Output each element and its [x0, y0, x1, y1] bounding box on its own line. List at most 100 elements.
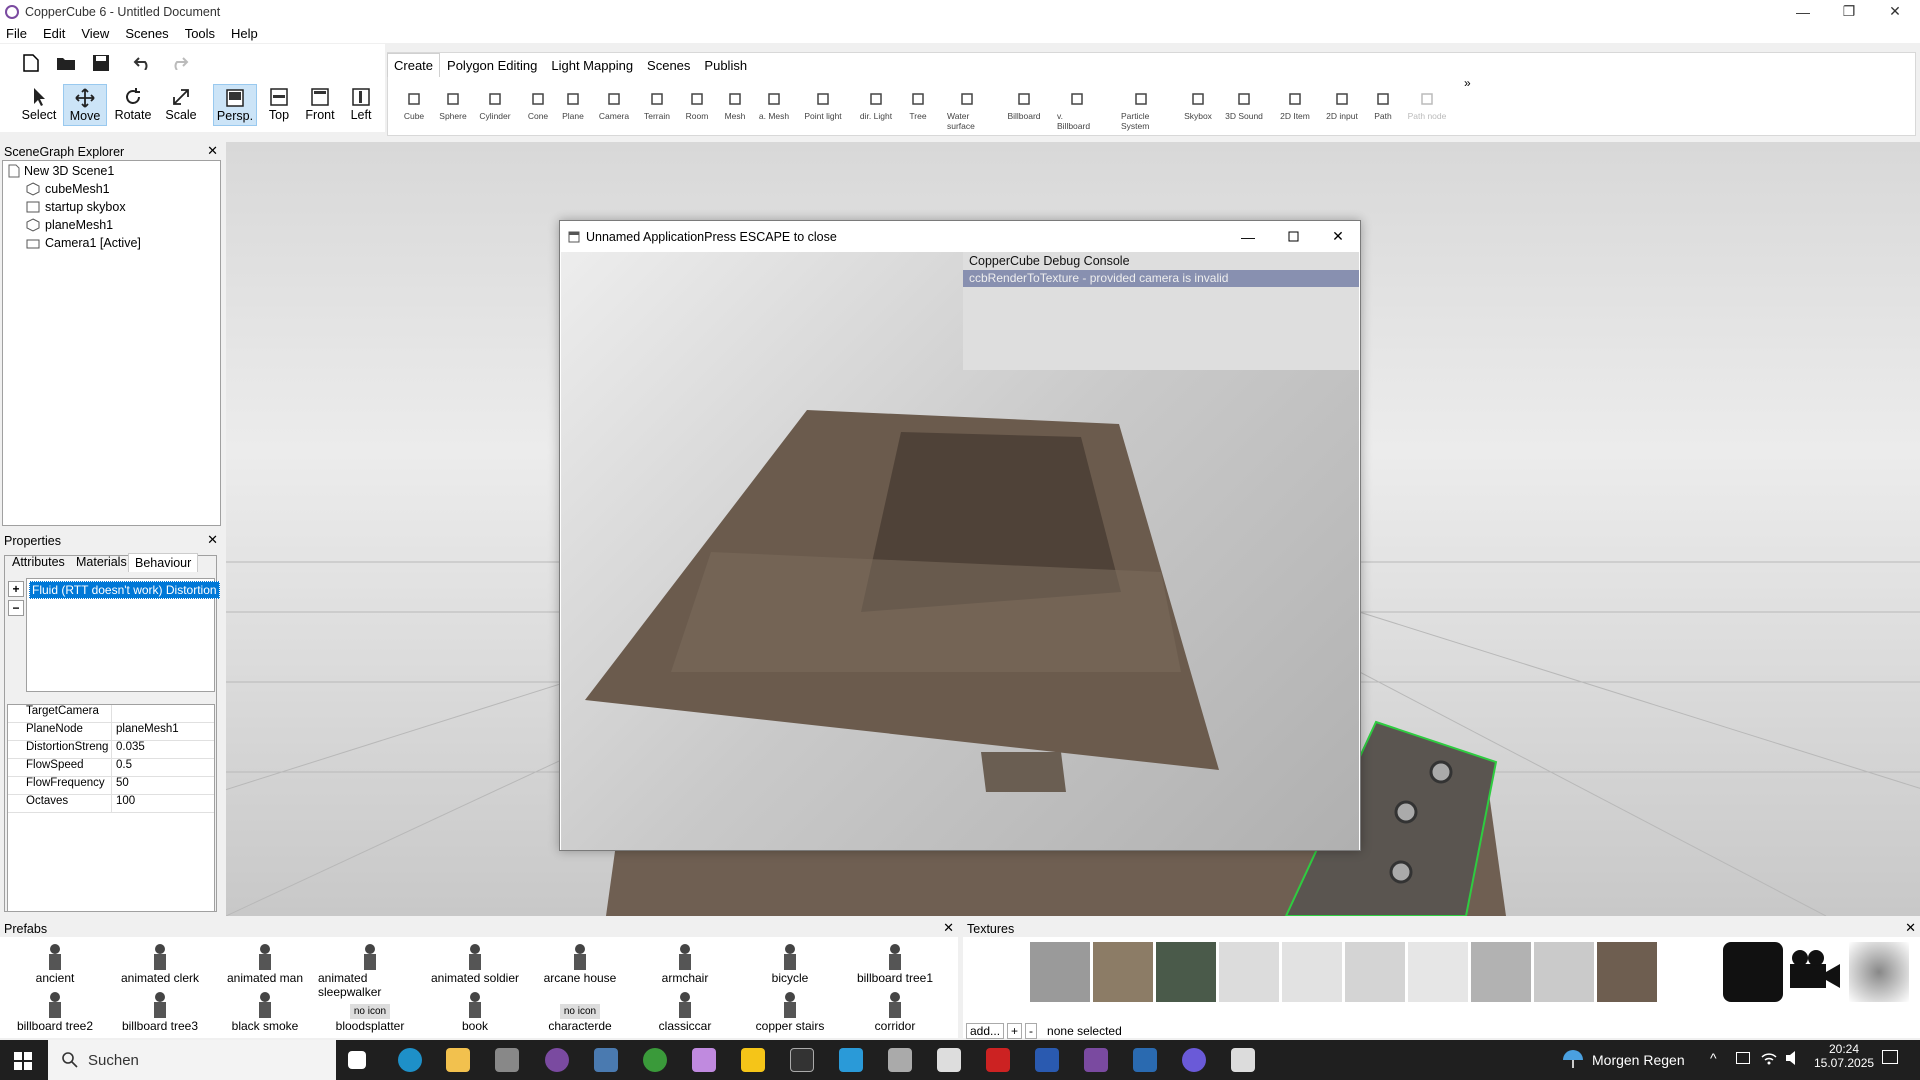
- ribbon-item-cylinder[interactable]: Cylinder: [475, 90, 515, 121]
- app-icon[interactable]: [1084, 1048, 1108, 1072]
- app-close-button[interactable]: ✕: [1315, 221, 1361, 252]
- app-minimize-button[interactable]: —: [1225, 221, 1271, 252]
- app-preview-taskbar-icon[interactable]: [1231, 1048, 1255, 1072]
- prefab-item[interactable]: billboard tree2: [3, 987, 107, 1033]
- tray-chevron-icon[interactable]: ^: [1710, 1050, 1717, 1066]
- open-folder-icon[interactable]: [55, 52, 77, 74]
- prefab-item[interactable]: arcane house: [528, 939, 632, 985]
- save-icon[interactable]: [90, 52, 112, 74]
- menu-file[interactable]: File: [6, 26, 27, 41]
- tab-light-mapping[interactable]: Light Mapping: [544, 53, 640, 77]
- redo-icon[interactable]: [168, 52, 190, 74]
- prefab-item[interactable]: bicycle: [738, 939, 842, 985]
- ribbon-item-cone[interactable]: Cone: [518, 90, 558, 121]
- app-icon[interactable]: [692, 1048, 716, 1072]
- tree-item-skybox[interactable]: startup skybox: [26, 200, 126, 214]
- ribbon-item-water-surface[interactable]: Water surface: [947, 90, 987, 131]
- coppercube-taskbar-icon[interactable]: [545, 1048, 569, 1072]
- ribbon-item-billboard[interactable]: Billboard: [1004, 90, 1044, 121]
- notifications-icon[interactable]: [1882, 1050, 1898, 1064]
- ribbon-item-dir-light[interactable]: dir. Light: [856, 90, 896, 121]
- prefab-item[interactable]: copper stairs: [738, 987, 842, 1033]
- texture-thumb[interactable]: [1156, 942, 1216, 1002]
- app-icon[interactable]: [1133, 1048, 1157, 1072]
- remove-behaviour-button[interactable]: −: [8, 600, 24, 616]
- minus-button[interactable]: -: [1025, 1023, 1038, 1039]
- rotate-tool-button[interactable]: Rotate: [111, 84, 155, 126]
- menu-tools[interactable]: Tools: [185, 26, 215, 41]
- properties-close-button[interactable]: ✕: [207, 532, 218, 548]
- prefab-item[interactable]: animated soldier: [423, 939, 527, 985]
- texture-thumb[interactable]: [1849, 942, 1909, 1002]
- ribbon-item-mesh[interactable]: Mesh: [715, 90, 755, 121]
- ribbon-item-room[interactable]: Room: [677, 90, 717, 121]
- texture-thumb[interactable]: [1471, 942, 1531, 1002]
- attr-row[interactable]: FlowSpeed 0.5: [8, 759, 214, 777]
- app-maximize-button[interactable]: [1270, 221, 1316, 252]
- attr-value[interactable]: planeMesh1: [112, 723, 179, 740]
- prefab-item[interactable]: armchair: [633, 939, 737, 985]
- tab-scenes[interactable]: Scenes: [640, 53, 697, 77]
- attr-row[interactable]: DistortionStreng 0.035: [8, 741, 214, 759]
- new-file-icon[interactable]: [20, 52, 42, 74]
- attr-value[interactable]: 0.035: [112, 741, 145, 758]
- tree-item-planemesh1[interactable]: planeMesh1: [26, 218, 113, 232]
- select-tool-button[interactable]: Select: [17, 84, 61, 126]
- ribbon-more-button[interactable]: »: [1464, 76, 1471, 90]
- app-icon[interactable]: [888, 1048, 912, 1072]
- prefab-item[interactable]: animated clerk: [108, 939, 212, 985]
- ribbon-item-2d-input[interactable]: 2D input: [1322, 90, 1362, 121]
- file-explorer-icon[interactable]: [446, 1048, 470, 1072]
- tab-behaviour[interactable]: Behaviour: [128, 553, 199, 572]
- attr-value[interactable]: 0.5: [112, 759, 132, 776]
- move-tool-button[interactable]: Move: [63, 84, 107, 126]
- tray-monitor-icon[interactable]: [1736, 1052, 1750, 1064]
- top-view-button[interactable]: Top: [257, 84, 301, 126]
- tab-polygon-editing[interactable]: Polygon Editing: [440, 53, 544, 77]
- discord-icon[interactable]: [1182, 1048, 1206, 1072]
- ribbon-item-a-mesh[interactable]: a. Mesh: [754, 90, 794, 121]
- texture-thumb[interactable]: [1219, 942, 1279, 1002]
- ribbon-item-cube[interactable]: Cube: [394, 90, 434, 121]
- clock[interactable]: 20:24 15.07.2025: [1814, 1042, 1874, 1070]
- app-icon[interactable]: [986, 1048, 1010, 1072]
- ribbon-item-2d-item[interactable]: 2D Item: [1275, 90, 1315, 121]
- task-view-icon[interactable]: [348, 1051, 366, 1069]
- tab-materials[interactable]: Materials: [70, 553, 133, 571]
- behaviour-item[interactable]: Fluid (RTT doesn't work) Distortion: [29, 581, 220, 599]
- attr-row[interactable]: PlaneNode planeMesh1: [8, 723, 214, 741]
- prefab-item[interactable]: animated man: [213, 939, 317, 985]
- prefab-item[interactable]: billboard tree1: [843, 939, 947, 985]
- scale-tool-button[interactable]: Scale: [159, 84, 203, 126]
- texture-thumb[interactable]: [1030, 942, 1090, 1002]
- menu-scenes[interactable]: Scenes: [125, 26, 168, 41]
- tab-attributes[interactable]: Attributes: [6, 553, 71, 571]
- prefab-item[interactable]: corridor: [843, 987, 947, 1033]
- ribbon-item-point-light[interactable]: Point light: [803, 90, 843, 121]
- attr-row[interactable]: TargetCamera: [8, 705, 214, 723]
- attr-value[interactable]: 50: [112, 777, 129, 794]
- attr-value[interactable]: 100: [112, 795, 135, 812]
- tab-publish[interactable]: Publish: [697, 53, 754, 77]
- ribbon-item-skybox[interactable]: Skybox: [1178, 90, 1218, 121]
- textures-close-button[interactable]: ✕: [1905, 920, 1916, 936]
- texture-thumb[interactable]: [1597, 942, 1657, 1002]
- ribbon-item-sphere[interactable]: Sphere: [433, 90, 473, 121]
- ribbon-item-particle-system[interactable]: Particle System: [1121, 90, 1161, 131]
- texture-thumb[interactable]: [1534, 942, 1594, 1002]
- plus-button[interactable]: +: [1007, 1023, 1023, 1039]
- texture-thumb[interactable]: [1093, 942, 1153, 1002]
- ribbon-item-v-billboard[interactable]: v. Billboard: [1057, 90, 1097, 131]
- prefabs-close-button[interactable]: ✕: [943, 920, 954, 936]
- prefab-item[interactable]: billboard tree3: [108, 987, 212, 1033]
- ribbon-item-camera[interactable]: Camera: [594, 90, 634, 121]
- add-texture-button[interactable]: add...: [966, 1023, 1005, 1039]
- app-icon[interactable]: [1035, 1048, 1059, 1072]
- ribbon-item-terrain[interactable]: Terrain: [637, 90, 677, 121]
- app-icon[interactable]: [643, 1048, 667, 1072]
- ribbon-item-tree[interactable]: Tree: [898, 90, 938, 121]
- terminal-icon[interactable]: [790, 1048, 814, 1072]
- texture-thumb[interactable]: [1282, 942, 1342, 1002]
- attr-row[interactable]: FlowFrequency 50: [8, 777, 214, 795]
- add-behaviour-button[interactable]: +: [8, 581, 24, 597]
